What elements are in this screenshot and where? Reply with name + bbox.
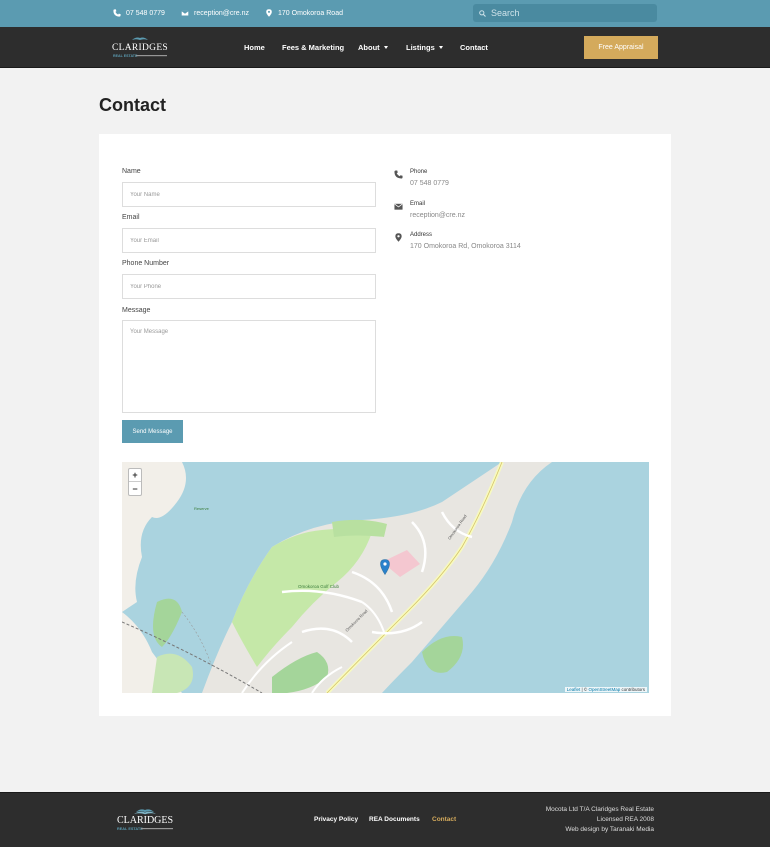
footer-license-line: Licensed REA 2008 — [596, 816, 654, 823]
send-message-button[interactable]: Send Message — [122, 420, 183, 443]
contact-card: Name Email Phone Number Message Send Mes… — [99, 134, 671, 716]
zoom-out-button[interactable]: − — [129, 482, 141, 495]
envelope-icon — [181, 10, 189, 17]
location-marker-icon[interactable] — [380, 559, 390, 575]
email-value[interactable]: reception@cre.nz — [410, 212, 465, 219]
footer-company-line: Mocota Ltd T/A Claridges Real Estate — [545, 806, 654, 813]
osm-link[interactable]: OpenStreetMap — [588, 687, 620, 692]
attr-tail: contributors — [620, 687, 645, 692]
map-pin-icon — [266, 9, 272, 17]
contact-email: Email reception@cre.nz — [394, 201, 465, 219]
top-bar: 07 548 0779 reception@cre.nz 170 Omokoro… — [0, 0, 770, 27]
nav-home-label: Home — [244, 43, 265, 52]
map-attribution: Leaflet | © OpenStreetMap contributors — [564, 687, 647, 692]
location-map[interactable]: Omokoroa Golf Club Omokoroa Road Omokoro… — [122, 462, 649, 693]
map-pin-icon — [395, 233, 402, 242]
contact-phone: Phone 07 548 0779 — [394, 169, 449, 187]
nav-fees-label: Fees & Marketing — [282, 43, 345, 52]
name-field[interactable] — [122, 182, 376, 207]
claridges-logo[interactable]: CLARIDGES REAL ESTATE — [112, 36, 168, 60]
search-box[interactable] — [473, 4, 657, 22]
map-zoom-control: + − — [128, 468, 142, 496]
map-label-reserve: Reserve — [194, 506, 210, 511]
logo-subtitle: REAL ESTATE — [113, 54, 138, 58]
address-title: Address — [410, 232, 433, 238]
logo-wordmark: CLARIDGES — [112, 43, 168, 53]
nav-contact-label: Contact — [460, 43, 488, 52]
nav-listings[interactable]: Listings — [406, 43, 443, 52]
leaflet-link[interactable]: Leaflet — [567, 687, 581, 692]
message-label: Message — [122, 307, 151, 314]
envelope-icon — [394, 203, 403, 210]
footer-rea-documents[interactable]: REA Documents — [369, 816, 420, 823]
zoom-in-button[interactable]: + — [129, 469, 141, 482]
name-label: Name — [122, 168, 141, 175]
footer-company-info: Mocota Ltd T/A Claridges Real Estate Lic… — [546, 805, 654, 835]
email-title: Email — [410, 201, 426, 207]
phone-field[interactable] — [122, 274, 376, 299]
nav-fees-marketing[interactable]: Fees & Marketing — [282, 43, 344, 52]
message-field[interactable] — [122, 320, 376, 413]
topbar-phone-text: 07 548 0779 — [126, 9, 165, 17]
footer-credit-line[interactable]: Web design by Taranaki Media — [546, 825, 654, 835]
nav-contact[interactable]: Contact — [460, 43, 488, 52]
nav-about[interactable]: About — [358, 43, 388, 52]
search-icon — [479, 9, 486, 17]
topbar-email[interactable]: reception@cre.nz — [181, 9, 249, 17]
site-footer: CLARIDGES REAL ESTATE Privacy Policy REA… — [0, 792, 770, 847]
search-input[interactable] — [491, 8, 651, 18]
topbar-email-text: reception@cre.nz — [194, 9, 249, 17]
topbar-address-text: 170 Omokoroa Road — [278, 9, 343, 17]
free-appraisal-button[interactable]: Free Appraisal — [584, 36, 658, 59]
topbar-address[interactable]: 170 Omokoroa Road — [265, 9, 343, 17]
map-tiles[interactable]: Omokoroa Golf Club Omokoroa Road Omokoro… — [122, 462, 649, 693]
phone-icon — [394, 170, 403, 179]
footer-logo-wordmark: CLARIDGES — [117, 815, 173, 826]
phone-label: Phone Number — [122, 260, 170, 267]
nav-listings-label: Listings — [406, 43, 435, 52]
main-nav: CLARIDGES REAL ESTATE Home Fees & Market… — [0, 27, 770, 68]
map-label-golf: Omokoroa Golf Club — [298, 584, 340, 589]
footer-contact[interactable]: Contact — [432, 816, 456, 823]
phone-title: Phone — [410, 169, 428, 175]
footer-logo[interactable]: CLARIDGES REAL ESTATE — [116, 806, 174, 833]
chevron-down-icon — [438, 46, 443, 49]
address-value: 170 Omokoroa Rd, Omokoroa 3114 — [410, 243, 521, 250]
topbar-phone[interactable]: 07 548 0779 — [113, 9, 165, 17]
footer-privacy-policy[interactable]: Privacy Policy — [314, 816, 358, 823]
footer-logo-subtitle: REAL ESTATE — [117, 827, 143, 831]
email-field[interactable] — [122, 228, 376, 253]
page-title: Contact — [99, 95, 166, 115]
contact-address: Address 170 Omokoroa Rd, Omokoroa 3114 — [394, 232, 521, 250]
phone-value[interactable]: 07 548 0779 — [410, 180, 449, 187]
nav-about-label: About — [358, 43, 380, 52]
phone-icon — [113, 9, 121, 17]
chevron-down-icon — [383, 46, 388, 49]
nav-home[interactable]: Home — [244, 43, 265, 52]
email-label: Email — [122, 214, 140, 221]
